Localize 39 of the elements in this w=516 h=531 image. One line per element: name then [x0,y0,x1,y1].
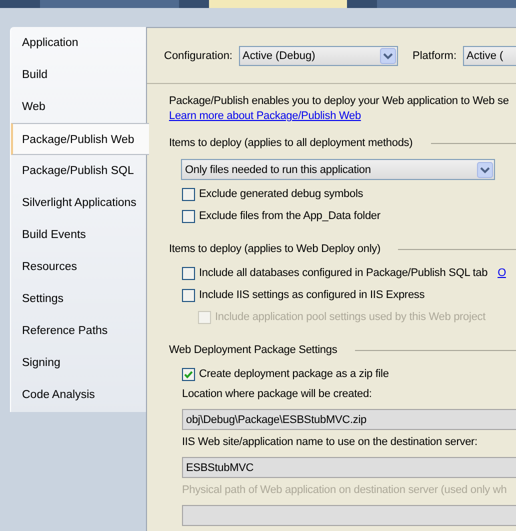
sidebar-tab[interactable]: Build Events [11,219,146,251]
platform-dropdown[interactable]: Active ( [462,46,516,66]
platform-label: Platform: [412,50,457,62]
checkbox[interactable] [182,210,195,222]
section-title: Items to deploy (applies to Web Deploy only) [169,243,380,255]
options-link[interactable]: O [498,267,506,279]
learn-more-link[interactable]: Learn more about Package/Publish Web [169,110,361,126]
text-field[interactable]: obj\Debug\Package\ESBStubMVC.zip [182,409,516,430]
checkbox-label[interactable]: Exclude generated debug symbols [199,188,364,200]
field-label: Location where package will be created: [182,388,373,402]
text-field[interactable] [182,505,516,526]
sidebar-tab[interactable]: Settings [11,283,146,315]
sidebar-tab[interactable]: Package/Publish SQL [11,155,146,187]
sidebar-tab[interactable]: Build [11,59,146,91]
configuration-dropdown[interactable]: Active (Debug) [238,46,398,66]
sidebar-tab[interactable]: Code Analysis [11,379,146,411]
checkbox[interactable] [182,288,195,302]
sidebar-tab[interactable]: Signing [11,347,146,379]
checkbox[interactable] [182,188,195,200]
sidebar-tab[interactable]: Resources [11,251,146,283]
text-field[interactable]: ESBStubMVC [182,457,516,478]
description-text: Package/Publish enables you to deploy your Web application to Web se [169,95,510,109]
sidebar-tab[interactable]: Web [11,91,146,123]
deploy-items-dropdown[interactable]: Only files needed to run this application [181,159,495,180]
sidebar-tab[interactable]: Reference Paths [11,315,146,347]
sidebar-tab[interactable]: Application [11,27,146,59]
field-label: IIS Web site/application name to use on the destination server: [182,436,478,450]
section-title: Web Deployment Package Settings [169,344,338,356]
checkbox[interactable] [182,266,195,280]
sidebar-tab[interactable]: Package/Publish Web [11,123,149,155]
configuration-label: Configuration: [164,50,232,62]
section-title: Items to deploy (applies to all deployment methods) [169,137,413,149]
checkbox-label[interactable]: Create deployment package as a zip file [199,368,389,380]
checkbox-label[interactable]: Include all databases configured in Package/Publish SQL tab [199,267,488,279]
checkbox[interactable] [182,368,195,380]
checkbox-label[interactable]: Include IIS settings as configured in IIS Express [199,289,425,301]
checkbox-label[interactable]: Exclude files from the App_Data folder [199,210,380,222]
field-label: Physical path of Web application on destination server (used only wh [182,484,508,498]
sidebar-tab[interactable]: Silverlight Applications [11,187,146,219]
